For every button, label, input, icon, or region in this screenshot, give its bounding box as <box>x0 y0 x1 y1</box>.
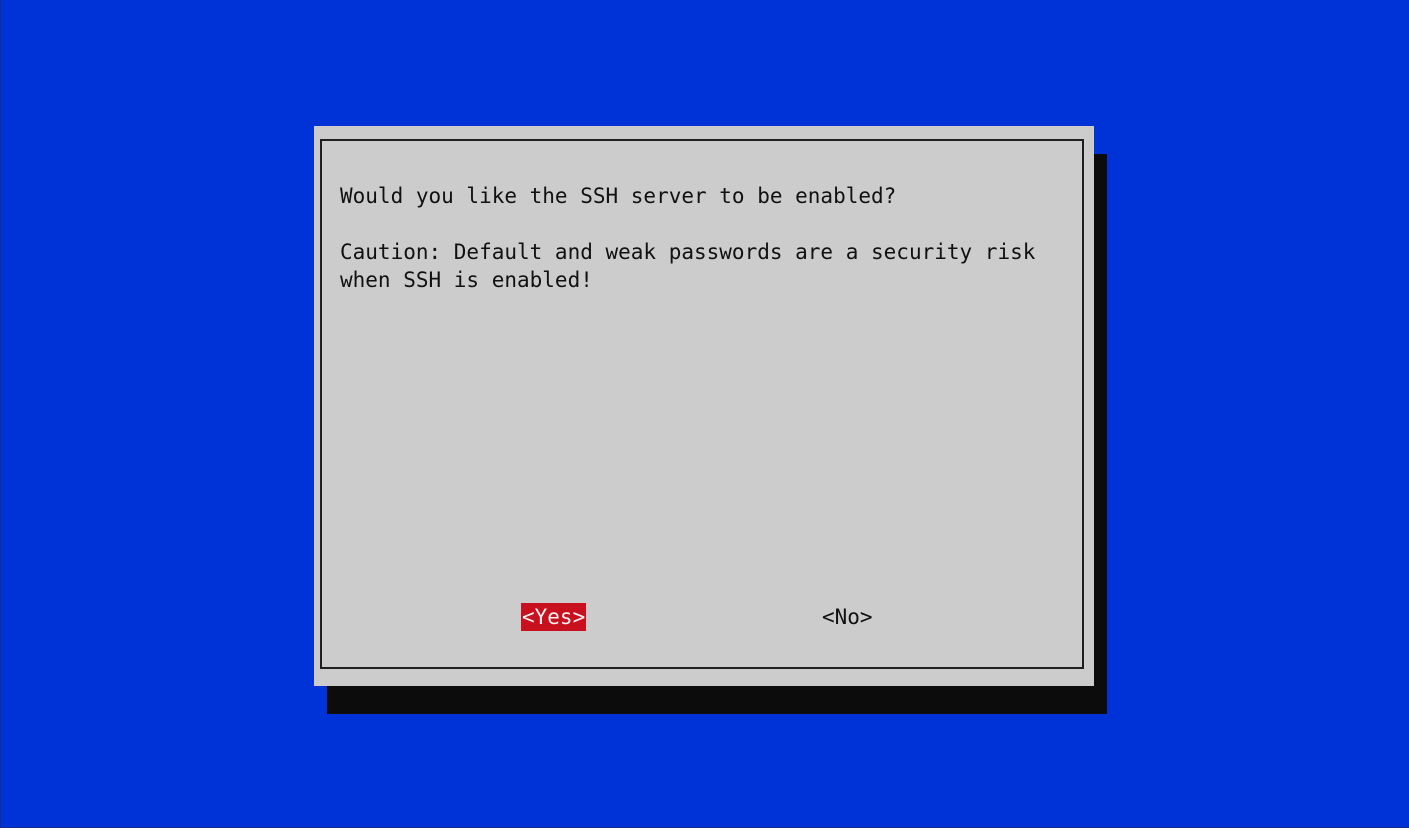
dialog-caution-line-1: Caution: Default and weak passwords are … <box>340 240 1036 264</box>
ssh-confirm-dialog: Would you like the SSH server to be enab… <box>314 126 1094 686</box>
dialog-question: Would you like the SSH server to be enab… <box>340 184 897 208</box>
dialog-frame <box>320 139 1084 669</box>
no-button[interactable]: <No> <box>821 603 874 631</box>
yes-button[interactable]: <Yes> <box>521 603 587 631</box>
dialog-caution-line-2: when SSH is enabled! <box>340 268 593 292</box>
